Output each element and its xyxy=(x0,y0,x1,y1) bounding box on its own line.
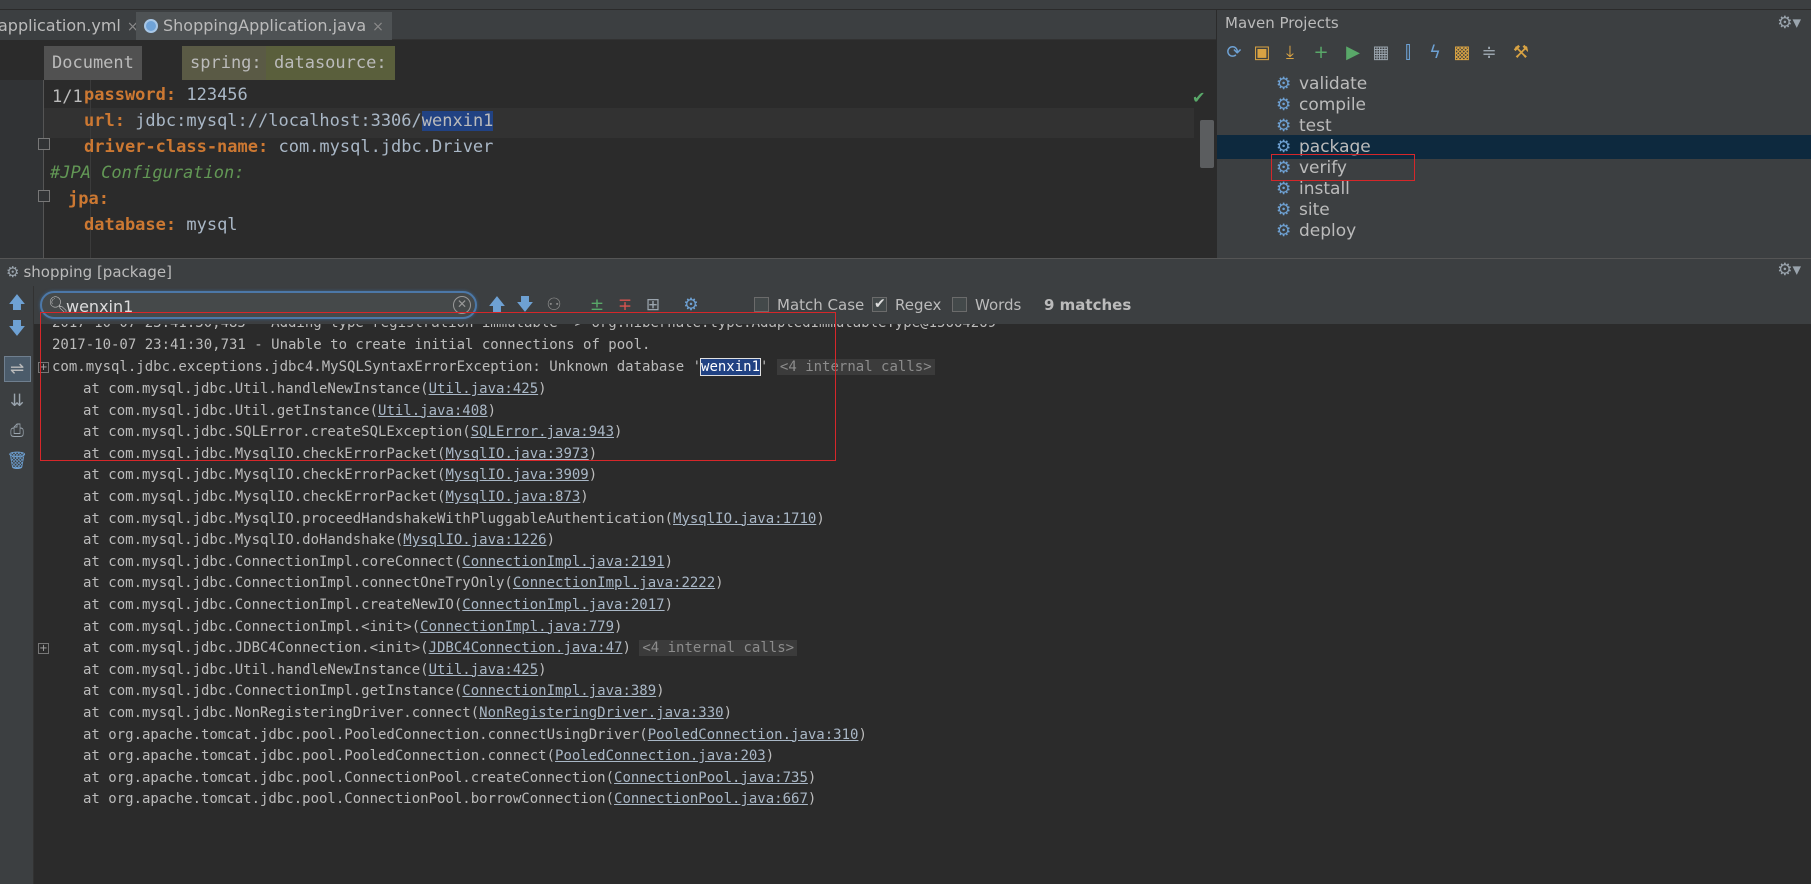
source-link[interactable]: MysqlIO.java:1226 xyxy=(403,532,546,548)
gear-icon[interactable]: ⚙▾ xyxy=(1777,260,1801,280)
stack-frame: at org.apache.tomcat.jdbc.pool.PooledCon… xyxy=(83,726,867,743)
soft-wrap-icon: ⇌ xyxy=(9,359,25,379)
annotation-box xyxy=(1271,154,1415,181)
run-header: ⚙ shopping [package] xyxy=(0,258,1811,286)
tab-application-yml[interactable]: application.yml × xyxy=(0,12,147,40)
source-link[interactable]: NonRegisteringDriver.java:330 xyxy=(479,705,723,721)
tab-label: application.yml xyxy=(0,16,121,35)
stack-frame: at com.mysql.jdbc.MysqlIO.checkErrorPack… xyxy=(83,489,589,505)
java-class-icon xyxy=(144,19,158,33)
console-side-toolbar: 🡅 🡇 ⇌ ⇊ ⎙ 🗑 xyxy=(0,286,34,884)
source-link[interactable]: ConnectionPool.java:735 xyxy=(614,770,808,786)
source-link[interactable]: ConnectionImpl.java:2222 xyxy=(513,575,715,591)
regex-checkbox[interactable]: Regex xyxy=(872,294,941,317)
goal-deploy[interactable]: ⚙ deploy xyxy=(1217,219,1811,243)
source-link[interactable]: MysqlIO.java:3909 xyxy=(445,467,588,483)
toggle-offline-icon[interactable]: ⫿ xyxy=(1397,42,1419,64)
stack-frame: at com.mysql.jdbc.ConnectionImpl.<init>(… xyxy=(83,618,623,635)
gear-icon[interactable]: ⚙▾ xyxy=(1777,13,1801,33)
stack-frame: at com.mysql.jdbc.MysqlIO.proceedHandsha… xyxy=(83,510,825,527)
checkbox-box[interactable] xyxy=(952,297,967,312)
stack-frame: at com.mysql.jdbc.ConnectionImpl.coreCon… xyxy=(83,553,674,570)
annotation-box xyxy=(40,312,836,461)
stack-frame: at org.apache.tomcat.jdbc.pool.Connectio… xyxy=(83,791,817,808)
source-link[interactable]: PooledConnection.java:310 xyxy=(648,727,859,743)
source-link[interactable]: ConnectionImpl.java:779 xyxy=(420,619,614,635)
arrow-down-icon[interactable]: 🡇 xyxy=(6,318,28,340)
generate-sources-icon[interactable]: ▣ xyxy=(1251,42,1273,64)
source-link[interactable]: ConnectionPool.java:667 xyxy=(614,791,808,807)
editor-area: application.yml × ShoppingApplication.jav… xyxy=(0,10,1216,268)
breadcrumb-datasource[interactable]: datasource: xyxy=(266,46,395,80)
show-dependencies-icon[interactable]: ▩ xyxy=(1451,42,1473,64)
stack-frame: at com.mysql.jdbc.ConnectionImpl.connect… xyxy=(83,575,724,592)
run-title: shopping [package] xyxy=(23,263,172,281)
add-icon[interactable]: + xyxy=(1310,42,1332,64)
words-checkbox[interactable]: Words xyxy=(952,295,1021,317)
source-link[interactable]: PooledConnection.java:203 xyxy=(555,748,766,764)
skip-tests-icon[interactable]: ϟ xyxy=(1424,42,1446,64)
download-icon[interactable]: ⤓ xyxy=(1279,42,1301,64)
stack-frame: at com.mysql.jdbc.ConnectionImpl.createN… xyxy=(83,597,674,613)
source-link[interactable]: ConnectionImpl.java:389 xyxy=(462,683,656,699)
reimport-icon[interactable]: ⟳ xyxy=(1223,42,1245,64)
breadcrumb-document[interactable]: Document 1/1 xyxy=(44,46,142,107)
editor-tab-bar: application.yml × ShoppingApplication.jav… xyxy=(0,10,1216,40)
stack-frame: at com.mysql.jdbc.JDBC4Connection.<init>… xyxy=(83,637,798,659)
tab-shopping-application-java[interactable]: ShoppingApplication.java × xyxy=(136,12,392,40)
internal-calls-fold[interactable]: <4 internal calls> xyxy=(639,640,798,657)
gear-icon: ⚙ xyxy=(1276,221,1292,241)
scroll-to-end-icon[interactable]: ⇊ xyxy=(6,390,28,412)
maven-projects-panel: Maven Projects ⚙▾ ⟳ ▣ ⤓ + ▶ ▦ ⫿ ϟ ▩ ≑ ⚒ … xyxy=(1216,10,1811,258)
print-icon[interactable]: ⎙ xyxy=(6,420,28,442)
source-link[interactable]: ConnectionImpl.java:2191 xyxy=(462,554,664,570)
tab-label: ShoppingApplication.java xyxy=(163,16,367,35)
source-link[interactable]: ConnectionImpl.java:2017 xyxy=(462,597,664,613)
source-link[interactable]: JDBC4Connection.java:47 xyxy=(429,640,623,656)
checkbox-box[interactable] xyxy=(872,294,887,314)
checkbox-box[interactable] xyxy=(754,297,769,312)
editor-gutter xyxy=(0,80,50,268)
collapse-all-icon[interactable]: ≑ xyxy=(1478,42,1500,64)
arrow-up-icon[interactable]: 🡅 xyxy=(6,292,28,314)
stack-frame: at com.mysql.jdbc.NonRegisteringDriver.c… xyxy=(83,705,733,721)
close-icon[interactable]: × xyxy=(372,19,384,35)
editor-scrollbar[interactable] xyxy=(1200,120,1214,168)
gear-icon: ⚙ xyxy=(6,263,20,281)
stack-frame: at org.apache.tomcat.jdbc.pool.PooledCon… xyxy=(83,748,775,765)
search-highlight: wenxin1 xyxy=(421,111,494,131)
breadcrumb-spring[interactable]: spring: xyxy=(182,46,270,80)
stack-frame: at com.mysql.jdbc.Util.handleNewInstance… xyxy=(83,661,547,678)
stack-frame: at com.mysql.jdbc.MysqlIO.doHandshake(My… xyxy=(83,532,556,549)
settings-icon[interactable]: ⚒ xyxy=(1510,42,1532,64)
source-link[interactable]: Util.java:425 xyxy=(429,662,539,678)
code-editor[interactable]: password: 123456 url: jdbc:mysql://local… xyxy=(44,80,1194,268)
code-line: database: mysql xyxy=(84,215,238,235)
source-link[interactable]: MysqlIO.java:1710 xyxy=(673,511,816,527)
run-configuration-icon[interactable]: ▦ xyxy=(1370,42,1392,64)
title-strip xyxy=(0,0,1811,10)
trash-icon[interactable]: 🗑 xyxy=(6,450,28,472)
run-tool-window: ⚙shopping [package] ⚙▾ 🡅 🡇 ⇌ ⇊ ⎙ 🗑 🔍︎ ✕ … xyxy=(0,258,1811,884)
stack-frame: at com.mysql.jdbc.ConnectionImpl.getInst… xyxy=(83,683,665,700)
source-link[interactable]: MysqlIO.java:873 xyxy=(445,489,580,505)
match-count: 9 matches xyxy=(1044,296,1132,314)
stack-frame: at org.apache.tomcat.jdbc.pool.Connectio… xyxy=(83,769,817,786)
run-icon[interactable]: ▶ xyxy=(1342,42,1364,64)
maven-toolbar: ⟳ ▣ ⤓ + ▶ ▦ ⫿ ϟ ▩ ≑ ⚒ xyxy=(1217,38,1811,68)
expand-icon[interactable]: + xyxy=(38,643,49,655)
maven-panel-title: Maven Projects xyxy=(1217,10,1811,36)
inspection-ok-icon: ✔ xyxy=(1192,88,1206,107)
stack-frame: at com.mysql.jdbc.MysqlIO.checkErrorPack… xyxy=(83,467,598,484)
